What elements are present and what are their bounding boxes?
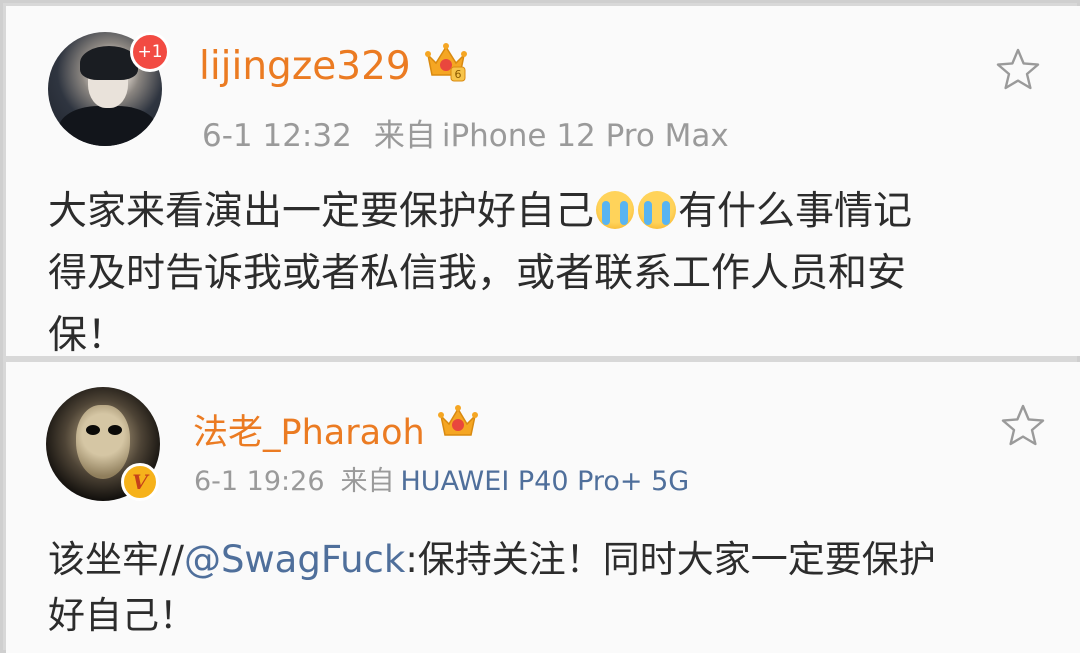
crying-face-emoji	[638, 191, 677, 229]
notification-badge: +1	[130, 32, 170, 72]
star-outline-icon[interactable]	[994, 46, 1042, 94]
verified-badge: V	[121, 463, 159, 501]
svg-text:6: 6	[455, 68, 462, 81]
post-content: 大家来看演出一定要保护好自己 有什么事情记 得及时告诉我或者私信我，或者联系工作人…	[48, 181, 1048, 367]
weibo-post: +1 lijingze329 6 6-1 12:32 来自 iPhone 12 Pr…	[6, 6, 1080, 358]
content-text: :保持关注！同时大家一定要保护	[405, 538, 936, 581]
post-meta: 6-1 19:26 来自 HUAWEI P40 Pro+ 5G	[194, 459, 689, 498]
weibo-post: V 法老_Pharaoh 6-1 19:26 来自 HUAWEI P40 Pro+ …	[6, 362, 1080, 653]
device-name[interactable]: HUAWEI P40 Pro+ 5G	[401, 466, 690, 497]
content-text: 该坐牢//	[48, 538, 184, 581]
content-text: 大家来看演出一定要保护好自己	[48, 189, 595, 234]
post-meta: 6-1 12:32 来自 iPhone 12 Pro Max	[202, 110, 729, 155]
post-time: 6-1 19:26	[194, 466, 325, 497]
device-name[interactable]: iPhone 12 Pro Max	[442, 118, 729, 154]
screenshot-frame: +1 lijingze329 6 6-1 12:32 来自 iPhone 12 Pr…	[0, 0, 1080, 653]
content-text: 保！	[48, 313, 127, 358]
content-text: 有什么事情记	[678, 189, 913, 234]
crying-face-emoji	[596, 191, 635, 229]
username[interactable]: 法老_Pharaoh	[193, 404, 425, 455]
vip-crown-icon: 6	[425, 43, 467, 82]
username[interactable]: lijingze329	[199, 44, 411, 89]
content-text: 得及时告诉我或者私信我，或者联系工作人员和安	[48, 251, 907, 296]
star-outline-icon[interactable]	[999, 402, 1047, 450]
post-time: 6-1 12:32	[202, 118, 352, 154]
source-label: 来自	[373, 118, 436, 154]
content-text: 好自己！	[48, 594, 196, 637]
vip-crown-icon	[438, 405, 478, 436]
source-label: 来自	[340, 466, 395, 497]
post-content: 该坐牢//@SwagFuck:保持关注！同时大家一定要保护 好自己！	[48, 532, 1048, 644]
user-mention-link[interactable]: @SwagFuck	[184, 538, 405, 581]
